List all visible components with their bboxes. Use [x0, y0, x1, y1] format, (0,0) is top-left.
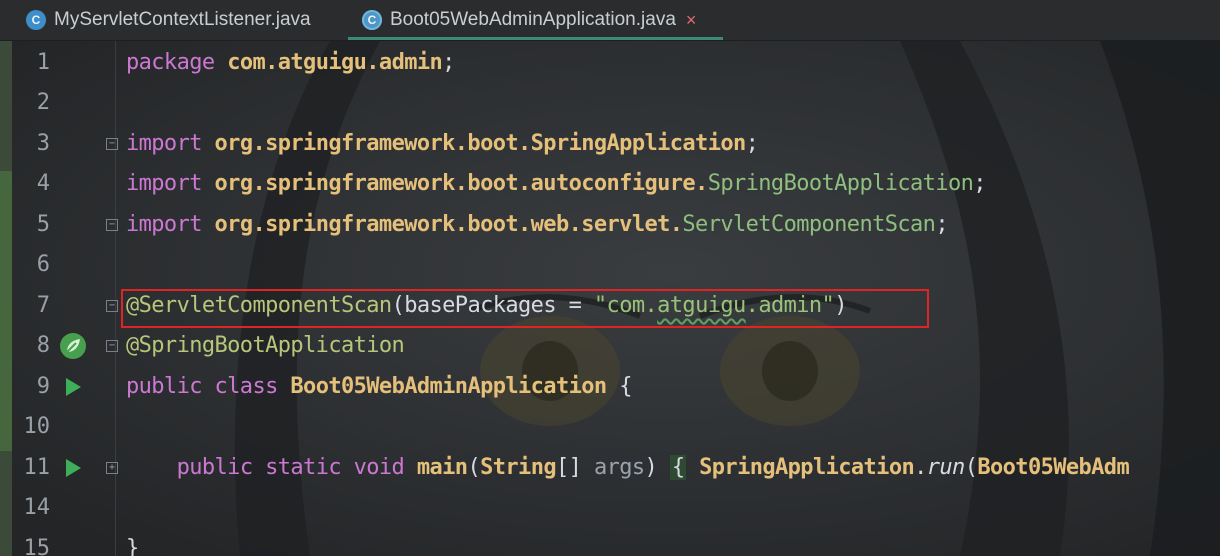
- code-token: String: [480, 455, 556, 480]
- code-token: ;: [973, 171, 986, 196]
- tab-my-servlet-context-listener[interactable]: C MyServletContextListener.java: [26, 0, 311, 40]
- code-token: public static void: [176, 455, 405, 480]
- code-token: {: [606, 374, 632, 399]
- spring-boot-class-icon: C: [362, 10, 382, 30]
- line-number: 1: [36, 50, 50, 75]
- code-line[interactable]: 1 package com.atguigu.admin;: [0, 43, 1220, 83]
- line-number: 8: [36, 333, 50, 358]
- code-token: package: [126, 50, 215, 75]
- code-line[interactable]: 4 import org.springframework.boot.autoco…: [0, 164, 1220, 204]
- code-line[interactable]: 9 public class Boot05WebAdminApplication…: [0, 367, 1220, 407]
- line-number: 7: [36, 293, 50, 318]
- line-number: 15: [23, 536, 51, 556]
- code-line[interactable]: 14: [0, 488, 1220, 528]
- code-token: }: [126, 536, 139, 556]
- code-token: public class: [126, 374, 278, 399]
- code-token: org.springframework.boot.autoconfigure.: [214, 171, 709, 196]
- code-token: []: [556, 455, 594, 480]
- line-number: 2: [36, 90, 50, 115]
- code-line[interactable]: 5 − import org.springframework.boot.web.…: [0, 205, 1220, 245]
- highlight-annotation-box: [121, 289, 929, 328]
- code-token: import: [126, 171, 202, 196]
- code-token: main: [416, 455, 468, 480]
- code-token: Boot05WebAdminApplication: [290, 374, 607, 399]
- code-token: ;: [745, 131, 759, 156]
- fold-collapse-icon[interactable]: −: [106, 138, 118, 150]
- line-number: 5: [36, 212, 50, 237]
- code-line[interactable]: 11 + public static void main(String[] ar…: [0, 448, 1220, 488]
- run-main-icon[interactable]: [66, 459, 81, 477]
- code-token: com.atguigu.admin: [227, 50, 443, 75]
- line-number: 9: [36, 374, 50, 399]
- close-tab-icon[interactable]: ×: [686, 10, 697, 31]
- code-token: ;: [442, 50, 455, 75]
- fold-expand-icon[interactable]: +: [106, 462, 118, 474]
- fold-collapse-icon[interactable]: −: [106, 300, 118, 312]
- code-token: import: [126, 212, 202, 237]
- fold-end-icon[interactable]: −: [106, 219, 118, 231]
- code-line[interactable]: 2: [0, 83, 1220, 123]
- code-token: org.springframework.boot.SpringApplicati…: [214, 131, 747, 156]
- code-token: SpringApplication: [699, 455, 915, 480]
- code-token: ServletComponentScan: [682, 212, 936, 237]
- code-line[interactable]: 3 − import org.springframework.boot.Spri…: [0, 124, 1220, 164]
- code-line[interactable]: 10: [0, 407, 1220, 447]
- class-c-icon: C: [26, 10, 46, 30]
- code-line[interactable]: 6: [0, 245, 1220, 285]
- code-token: {: [669, 455, 687, 480]
- line-number: 3: [36, 131, 50, 156]
- run-class-icon[interactable]: [66, 378, 81, 396]
- code-token: ;: [935, 212, 948, 237]
- code-token: Boot05WebAdm: [977, 455, 1130, 480]
- fold-end-icon[interactable]: −: [106, 340, 118, 352]
- code-editor[interactable]: 1 package com.atguigu.admin; 2 3 − impor…: [0, 41, 1220, 556]
- tab-boot05-web-admin-application[interactable]: C Boot05WebAdminApplication.java ×: [362, 0, 696, 40]
- code-token: org.springframework.boot.web.servlet.: [214, 212, 683, 237]
- line-number: 14: [23, 495, 51, 520]
- code-token: run: [926, 455, 966, 480]
- code-token: SpringBootApplication: [707, 171, 974, 196]
- line-number: 11: [23, 455, 51, 480]
- active-tab-indicator: [348, 37, 723, 40]
- spring-bean-icon[interactable]: [60, 333, 86, 359]
- code-token: .: [914, 455, 927, 480]
- code-line[interactable]: 8 − @SpringBootApplication: [0, 326, 1220, 366]
- code-line[interactable]: 15 }: [0, 529, 1220, 556]
- tab-label: Boot05WebAdminApplication.java: [390, 9, 676, 30]
- code-token: ): [644, 455, 670, 480]
- code-token: @SpringBootApplication: [126, 333, 405, 358]
- code-token: (: [467, 455, 481, 480]
- editor-tab-bar: C MyServletContextListener.java C Boot05…: [0, 0, 1220, 41]
- line-number: 4: [36, 171, 50, 196]
- tab-label: MyServletContextListener.java: [54, 9, 311, 30]
- code-token: args: [593, 455, 645, 480]
- code-token: import: [126, 131, 202, 156]
- line-number: 10: [23, 414, 51, 439]
- line-number: 6: [36, 252, 50, 277]
- code-token: (: [964, 455, 978, 480]
